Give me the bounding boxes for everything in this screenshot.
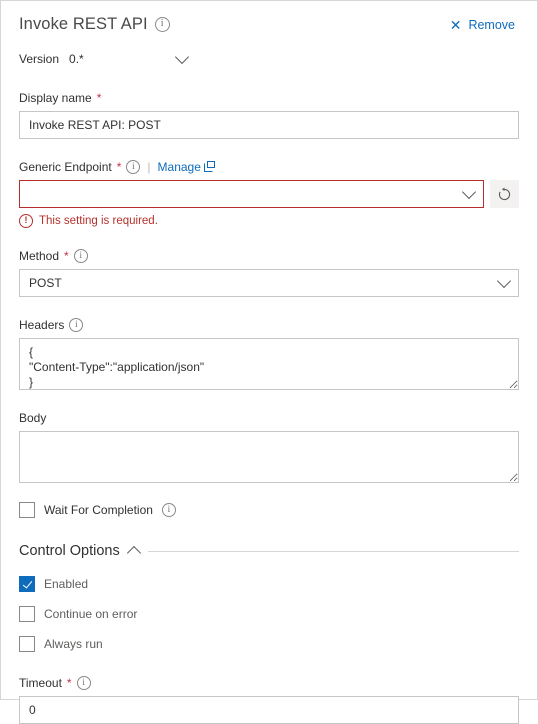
required-marker: * <box>66 676 72 690</box>
generic-endpoint-error: This setting is required. <box>19 214 519 228</box>
always-run-label: Always run <box>44 637 103 651</box>
generic-endpoint-dropdown[interactable] <box>19 180 484 208</box>
timeout-input[interactable] <box>19 696 519 724</box>
external-link-icon <box>203 160 215 172</box>
generic-endpoint-error-text: This setting is required. <box>39 215 158 227</box>
continue-on-error-checkbox[interactable] <box>19 606 35 622</box>
headers-field: Headers { "Content-Type":"application/js… <box>19 317 519 390</box>
timeout-label: Timeout * <box>19 675 519 691</box>
enabled-label: Enabled <box>44 577 89 591</box>
control-options-section-header[interactable]: Control Options <box>19 543 519 560</box>
body-textarea[interactable] <box>19 431 519 483</box>
display-name-field: Display name * <box>19 90 519 139</box>
label-separator: | <box>147 160 151 174</box>
method-field: Method * POST <box>19 248 519 297</box>
required-marker: * <box>116 160 122 174</box>
method-value: POST <box>29 276 62 290</box>
control-options-title: Control Options <box>19 543 120 559</box>
method-label: Method * <box>19 248 519 264</box>
display-name-input[interactable] <box>19 111 519 139</box>
version-dropdown[interactable]: 0.* <box>69 48 193 70</box>
generic-endpoint-label-text: Generic Endpoint <box>19 160 112 174</box>
headers-label: Headers <box>19 317 519 333</box>
section-divider <box>147 550 519 552</box>
remove-button-label: Remove <box>468 17 515 32</box>
wait-for-completion-checkbox[interactable] <box>19 502 35 518</box>
always-run-row: Always run <box>19 633 519 655</box>
info-icon[interactable] <box>73 249 88 263</box>
page-title: Invoke REST API <box>19 15 170 34</box>
headers-label-text: Headers <box>19 318 65 332</box>
info-icon[interactable] <box>154 17 170 32</box>
task-header: Invoke REST API ✕ Remove <box>19 1 519 34</box>
close-x-icon: ✕ <box>449 16 462 33</box>
manage-link[interactable]: Manage <box>157 159 215 175</box>
display-name-label: Display name * <box>19 90 519 106</box>
display-name-label-text: Display name <box>19 91 92 105</box>
remove-button[interactable]: ✕ Remove <box>450 18 519 32</box>
manage-link-label: Manage <box>157 160 201 174</box>
headers-textarea[interactable]: { "Content-Type":"application/json" } <box>19 338 519 390</box>
chevron-up-icon <box>126 545 141 560</box>
continue-on-error-row: Continue on error <box>19 603 519 625</box>
required-marker: * <box>64 249 69 263</box>
continue-on-error-label: Continue on error <box>44 607 138 621</box>
generic-endpoint-field: Generic Endpoint * | Manage Thi <box>19 159 519 228</box>
chevron-down-icon <box>461 181 477 207</box>
info-icon[interactable] <box>126 160 141 174</box>
always-run-checkbox[interactable] <box>19 636 35 652</box>
body-field: Body <box>19 410 519 483</box>
version-value: 0.* <box>69 52 84 66</box>
info-icon[interactable] <box>69 318 84 332</box>
task-title-text: Invoke REST API <box>19 15 148 33</box>
alert-circle-icon <box>19 214 33 228</box>
version-label: Version <box>19 52 60 66</box>
invoke-rest-api-task-panel: Invoke REST API ✕ Remove Version 0.* Dis… <box>0 0 538 724</box>
timeout-label-text: Timeout <box>19 676 62 690</box>
required-marker: * <box>96 91 102 105</box>
method-dropdown[interactable]: POST <box>19 269 519 297</box>
chevron-down-icon <box>174 49 190 65</box>
method-label-text: Method <box>19 249 60 263</box>
wait-for-completion-label: Wait For Completion <box>44 503 153 517</box>
info-icon[interactable] <box>76 676 91 690</box>
info-icon[interactable] <box>161 503 176 517</box>
enabled-row: Enabled <box>19 573 519 595</box>
refresh-icon <box>498 187 511 200</box>
generic-endpoint-label: Generic Endpoint * | Manage <box>19 159 519 175</box>
generic-endpoint-row <box>19 180 519 208</box>
body-label-text: Body <box>19 411 47 425</box>
chevron-down-icon <box>496 270 512 296</box>
refresh-endpoints-button[interactable] <box>490 180 519 208</box>
body-label: Body <box>19 410 519 426</box>
enabled-checkbox[interactable] <box>19 576 35 592</box>
wait-for-completion-row: Wait For Completion <box>19 499 519 521</box>
version-row: Version 0.* <box>19 48 519 70</box>
